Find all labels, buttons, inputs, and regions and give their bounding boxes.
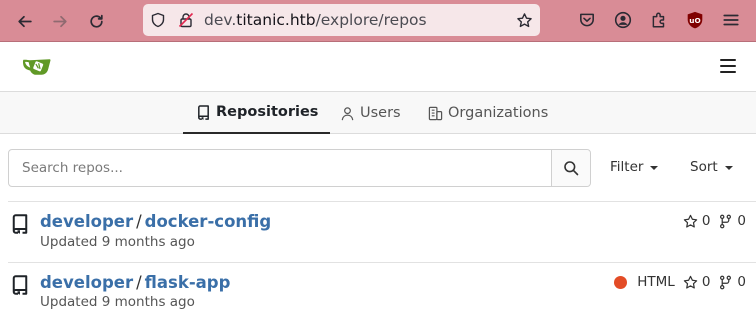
- star-icon: [683, 214, 698, 228]
- explore-tabs: Repositories Users Organizations: [0, 92, 756, 134]
- repo-stats: 0 0: [675, 213, 746, 229]
- fork-icon: [720, 214, 732, 228]
- person-icon: [341, 106, 354, 120]
- repo-separator: /: [136, 212, 142, 231]
- search-box: [8, 149, 591, 187]
- forks-value: 0: [737, 213, 746, 229]
- url-text[interactable]: dev.titanic.htb/explore/repos: [204, 11, 427, 29]
- repo-title: developer / docker-config: [40, 212, 271, 231]
- repo-owner-link[interactable]: developer: [40, 212, 133, 231]
- language-color-dot: [614, 275, 628, 289]
- tab-repositories[interactable]: Repositories: [183, 92, 331, 134]
- star-icon: [683, 275, 698, 289]
- tab-label: Organizations: [448, 105, 549, 121]
- repo-separator: /: [136, 273, 142, 292]
- repo-language[interactable]: HTML: [614, 274, 675, 290]
- forward-button[interactable]: [48, 9, 72, 33]
- forks-count[interactable]: 0: [718, 213, 746, 229]
- language-label: HTML: [637, 274, 675, 290]
- repo-list-item: developer / flask-app Updated 9 months ago…: [0, 263, 756, 323]
- stars-value: 0: [701, 213, 711, 229]
- stars-count[interactable]: 0: [683, 213, 711, 229]
- hamburger-line: [720, 71, 736, 73]
- repo-name-link[interactable]: docker-config: [145, 212, 272, 231]
- back-button[interactable]: [12, 9, 36, 33]
- account-icon: [614, 11, 632, 29]
- menu-icon: [723, 14, 739, 26]
- account-button[interactable]: [614, 11, 632, 29]
- ublock-button[interactable]: uO: [686, 11, 704, 29]
- organization-icon: [428, 106, 443, 120]
- search-input[interactable]: [9, 150, 553, 186]
- arrow-left-icon: [17, 15, 32, 27]
- filter-label: Filter: [610, 159, 644, 175]
- pocket-button[interactable]: [578, 11, 596, 29]
- repo-icon: [12, 275, 28, 295]
- hamburger-line: [720, 65, 736, 67]
- fork-icon: [720, 275, 732, 289]
- shield-icon[interactable]: [150, 12, 166, 28]
- tab-label: Users: [360, 105, 401, 121]
- repo-owner-link[interactable]: developer: [40, 273, 133, 292]
- insecure-lock-icon[interactable]: [178, 12, 194, 28]
- repo-icon: [12, 214, 28, 234]
- search-icon: [564, 161, 579, 176]
- caret-down-icon: [650, 165, 659, 170]
- hamburger-line: [720, 59, 736, 61]
- gitea-logo-icon[interactable]: [22, 55, 53, 79]
- caret-down-icon: [724, 165, 733, 170]
- repo-name-link[interactable]: flask-app: [145, 273, 231, 292]
- tab-organizations[interactable]: Organizations: [428, 92, 548, 134]
- filter-dropdown[interactable]: Filter: [610, 159, 659, 175]
- forks-value: 0: [737, 274, 746, 290]
- search-button[interactable]: [551, 150, 590, 186]
- tab-users[interactable]: Users: [340, 92, 401, 134]
- bookmark-star-icon[interactable]: [516, 12, 533, 29]
- app-header: [0, 42, 756, 92]
- browser-toolbar: dev.titanic.htb/explore/repos uO: [0, 0, 756, 42]
- forks-count[interactable]: 0: [718, 274, 746, 290]
- reload-button[interactable]: [84, 9, 108, 33]
- repo-stats: HTML 0 0: [614, 274, 746, 290]
- hamburger-menu-button[interactable]: [720, 59, 736, 73]
- url-bar[interactable]: dev.titanic.htb/explore/repos: [143, 4, 540, 36]
- sort-label: Sort: [690, 159, 718, 175]
- extensions-button[interactable]: [650, 11, 668, 29]
- svg-text:uO: uO: [689, 16, 700, 25]
- repo-icon: [198, 104, 209, 120]
- pocket-icon: [580, 13, 594, 27]
- sort-dropdown[interactable]: Sort: [690, 159, 733, 175]
- repo-list-item: developer / docker-config Updated 9 months…: [0, 202, 756, 262]
- stars-count[interactable]: 0: [683, 274, 711, 290]
- stars-value: 0: [701, 274, 711, 290]
- tab-label: Repositories: [216, 104, 319, 120]
- app-menu-button[interactable]: [722, 11, 740, 29]
- ublock-origin-icon: uO: [687, 11, 703, 29]
- repo-updated-time: Updated 9 months ago: [40, 294, 195, 310]
- repo-updated-time: Updated 9 months ago: [40, 234, 195, 250]
- puzzle-icon: [652, 12, 665, 28]
- repo-title: developer / flask-app: [40, 273, 230, 292]
- arrow-right-icon: [52, 15, 67, 27]
- reload-icon: [89, 14, 103, 28]
